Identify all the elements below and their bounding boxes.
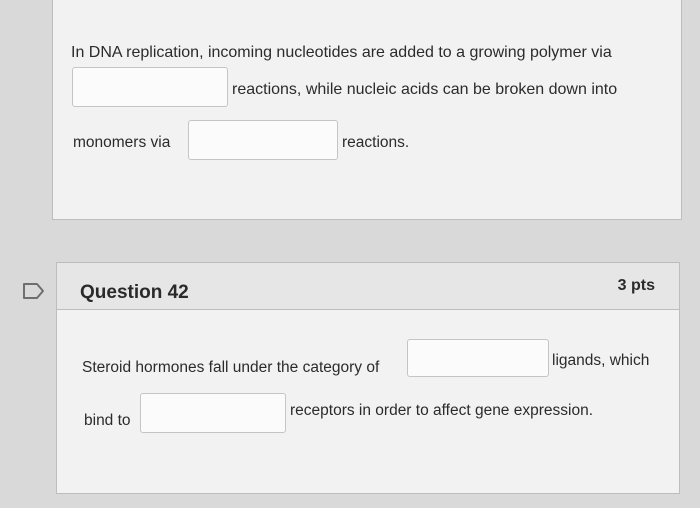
question-card-previous: In DNA replication, incoming nucleotides… xyxy=(52,0,682,220)
question-text-after-blank2: reactions. xyxy=(342,134,410,151)
question-text-after-blank1: ligands, which xyxy=(552,352,650,369)
question-text-line1: In DNA replication, incoming nucleotides… xyxy=(71,44,612,61)
question-text-after-blank2: receptors in order to affect gene expres… xyxy=(290,402,593,419)
answer-input-blank1[interactable] xyxy=(72,67,228,107)
question-text-before-blank2: monomers via xyxy=(73,134,171,151)
answer-input-blank2[interactable] xyxy=(140,393,286,433)
question-card-42: Question 42 3 pts Steroid hormones fall … xyxy=(56,262,680,494)
question-text-before-blank1: Steroid hormones fall under the category… xyxy=(82,359,380,376)
question-header: Question 42 3 pts xyxy=(57,263,679,310)
question-title: Question 42 xyxy=(80,282,189,303)
answer-input-blank2[interactable] xyxy=(188,120,338,160)
question-points: 3 pts xyxy=(617,277,655,294)
flag-outline-icon[interactable] xyxy=(22,282,46,300)
answer-input-blank1[interactable] xyxy=(407,339,549,377)
question-text-before-blank2: bind to xyxy=(84,412,131,429)
question-text-after-blank1: reactions, while nucleic acids can be br… xyxy=(232,81,618,98)
